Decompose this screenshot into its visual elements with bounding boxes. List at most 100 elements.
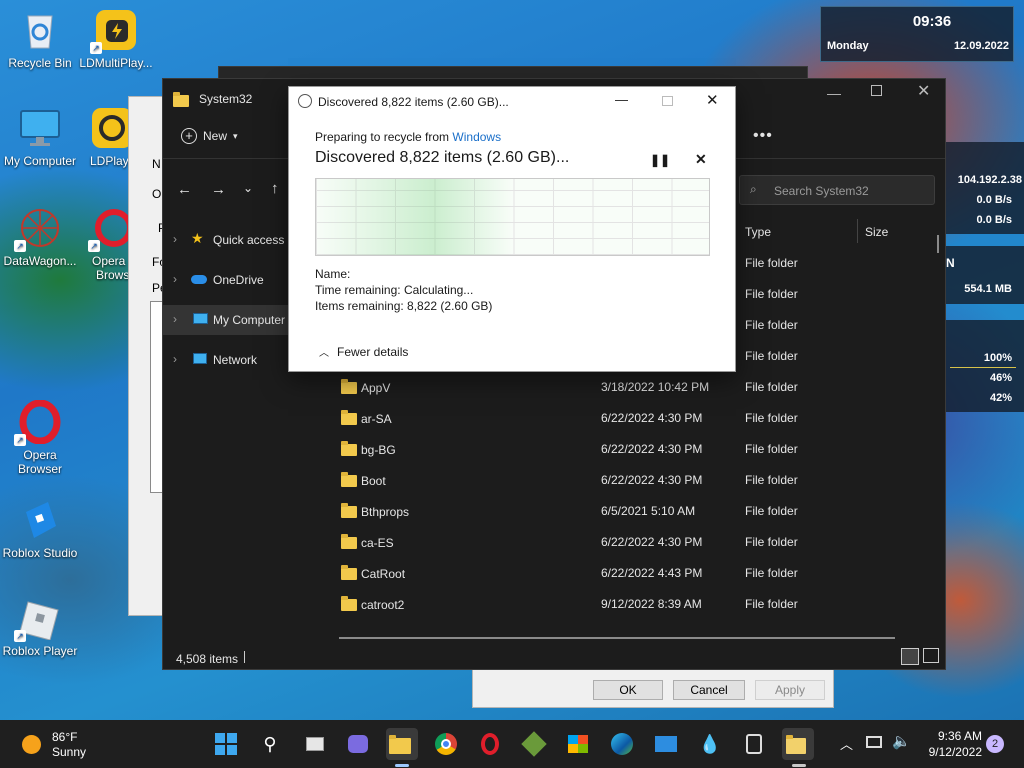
row-type: File folder <box>745 318 798 332</box>
row-type: File folder <box>745 380 798 394</box>
forward-arrow-icon[interactable]: → <box>211 181 226 198</box>
chrome-icon[interactable] <box>430 728 462 760</box>
table-row[interactable]: Boot 6/22/2022 4:30 PM File folder <box>335 464 935 495</box>
table-row[interactable]: ar-SA 6/22/2022 4:30 PM File folder <box>335 402 935 433</box>
fewer-details-button[interactable]: ︿ Fewer details <box>319 344 408 360</box>
table-row[interactable]: catroot2 9/12/2022 8:39 AM File folder <box>335 588 935 619</box>
expand-chevron-icon: › <box>173 312 177 326</box>
new-button[interactable]: + New ▾ <box>181 128 238 144</box>
pause-icon[interactable]: ❚❚ <box>650 153 670 167</box>
file-manager-taskbar-icon[interactable] <box>782 728 814 760</box>
horizontal-scrollbar[interactable] <box>339 637 895 639</box>
volume-icon[interactable]: 🔈 <box>892 732 911 750</box>
cancel-button[interactable]: Cancel <box>673 680 745 700</box>
edge-icon[interactable] <box>606 728 638 760</box>
table-row[interactable]: CatRoot 6/22/2022 4:43 PM File folder <box>335 557 935 588</box>
desktop-icon-roblox-player[interactable]: ↗ Roblox Player <box>0 596 80 658</box>
microsoft-store-icon[interactable] <box>562 728 594 760</box>
chat-icon[interactable] <box>342 728 374 760</box>
search-box[interactable]: ⌕ Search System32 <box>739 175 935 205</box>
row-name-text: Bthprops <box>361 505 410 519</box>
active-indicator <box>395 764 409 767</box>
clock[interactable]: 9:36 AM 9/12/2022 <box>918 728 982 760</box>
desktop-icon-recycle-bin[interactable]: Recycle Bin <box>0 8 80 70</box>
table-row[interactable]: ca-ES 6/22/2022 4:30 PM File folder <box>335 526 935 557</box>
table-row[interactable]: Bthprops 6/5/2021 5:10 AM File folder <box>335 495 935 526</box>
notification-badge[interactable]: 2 <box>986 735 1004 753</box>
back-arrow-icon[interactable]: ← <box>177 181 192 198</box>
maximize-button[interactable] <box>662 96 673 106</box>
weather-widget[interactable]: 86°F Sunny <box>20 728 100 760</box>
items-label: Items remaining: <box>315 299 404 313</box>
taskbar: 86°F Sunny ⚲ 💧 ︿ 🔈 9:36 AM 9/12/2022 2 <box>0 720 1024 768</box>
desktop-icon-ldmultiplayer[interactable]: ↗ LDMultiPlay... <box>76 8 156 70</box>
widget-time: 09:36 <box>912 13 952 30</box>
more-options-icon[interactable]: ••• <box>753 127 773 145</box>
row-name: CatRoot <box>341 565 406 581</box>
vertical-scrollbar[interactable] <box>937 235 939 253</box>
row-date: 6/22/2022 4:43 PM <box>601 566 703 580</box>
widget-p3: 42% <box>989 392 1012 404</box>
table-row[interactable]: bg-BG 6/22/2022 4:30 PM File folder <box>335 433 935 464</box>
details-view-icon[interactable] <box>901 648 919 665</box>
row-date: 6/22/2022 4:30 PM <box>601 411 703 425</box>
folder-icon <box>341 472 357 487</box>
desktop-icon-label-2: Brows <box>96 268 130 282</box>
minimize-button[interactable]: — <box>615 92 628 107</box>
search-icon[interactable]: ⚲ <box>254 728 286 760</box>
start-button[interactable] <box>210 728 242 760</box>
desktop-icon-opera-partial[interactable]: ↗ Opera Brows <box>86 206 133 282</box>
desktop-icon-datawagon[interactable]: ↗ DataWagon... <box>0 206 80 268</box>
desktop-icon-ldplayer[interactable]: LDPlaye <box>76 106 135 168</box>
column-size[interactable]: Size <box>865 225 888 239</box>
progress-graph <box>315 178 710 256</box>
tiles-view-icon[interactable] <box>923 648 939 663</box>
desktop-icon-roblox-studio[interactable]: Roblox Studio <box>0 498 80 560</box>
desktop-icon-my-computer[interactable]: My Computer <box>0 106 80 168</box>
network-icon[interactable] <box>866 736 882 748</box>
desktop-icon-label: My Computer <box>3 154 77 168</box>
expand-chevron-icon: › <box>173 272 177 286</box>
file-explorer-taskbar-icon[interactable] <box>386 728 418 760</box>
minecraft-icon[interactable] <box>518 728 550 760</box>
column-type[interactable]: Type <box>745 225 771 239</box>
status-bar: 4,508 items <box>163 645 945 669</box>
items-row: Items remaining: 8,822 (2.60 GB) <box>315 299 492 313</box>
opera-icon[interactable] <box>474 728 506 760</box>
recent-chevron-icon[interactable]: ⌄ <box>243 181 253 195</box>
table-row[interactable]: AppV 3/18/2022 10:42 PM File folder <box>335 371 935 402</box>
row-type: File folder <box>745 287 798 301</box>
droplet-icon[interactable]: 💧 <box>694 728 726 760</box>
close-button[interactable]: ✕ <box>706 91 719 109</box>
ldmultiplayer-icon: ↗ <box>90 8 138 54</box>
maximize-button[interactable] <box>871 85 882 96</box>
cancel-icon[interactable]: ✕ <box>695 151 707 168</box>
ok-button[interactable]: OK <box>593 680 663 700</box>
minimize-button[interactable]: — <box>827 85 841 101</box>
row-name-text: Boot <box>361 474 386 488</box>
row-date: 9/12/2022 8:39 AM <box>601 597 702 611</box>
shortcut-arrow-icon: ↗ <box>88 240 100 252</box>
row-name-text: AppV <box>361 381 391 395</box>
folder-icon <box>341 379 357 394</box>
up-arrow-icon[interactable]: ↑ <box>271 180 279 197</box>
row-name-text: CatRoot <box>361 567 406 581</box>
chevron-up-icon[interactable]: ︿ <box>840 734 853 753</box>
row-type: File folder <box>745 535 798 549</box>
preparing-text: Preparing to recycle from Windows <box>315 130 501 144</box>
close-button[interactable]: ✕ <box>917 81 930 101</box>
source-link[interactable]: Windows <box>452 130 501 144</box>
apply-button[interactable]: Apply <box>755 680 825 700</box>
widget-day: Monday <box>827 40 869 52</box>
desktop-icon-opera-browser[interactable]: ↗ Opera Browser <box>0 399 80 476</box>
row-name: catroot2 <box>341 596 404 612</box>
explorer-title: System32 <box>199 92 253 106</box>
mail-icon[interactable] <box>650 728 682 760</box>
cloud-icon <box>191 275 207 284</box>
widget-bar <box>950 367 1016 368</box>
app-icon[interactable] <box>738 728 770 760</box>
progress-heading: Discovered 8,822 items (2.60 GB)... <box>315 149 570 166</box>
task-view-icon[interactable] <box>299 728 331 760</box>
monitor-icon <box>18 106 62 150</box>
nav-label: Network <box>213 353 258 367</box>
